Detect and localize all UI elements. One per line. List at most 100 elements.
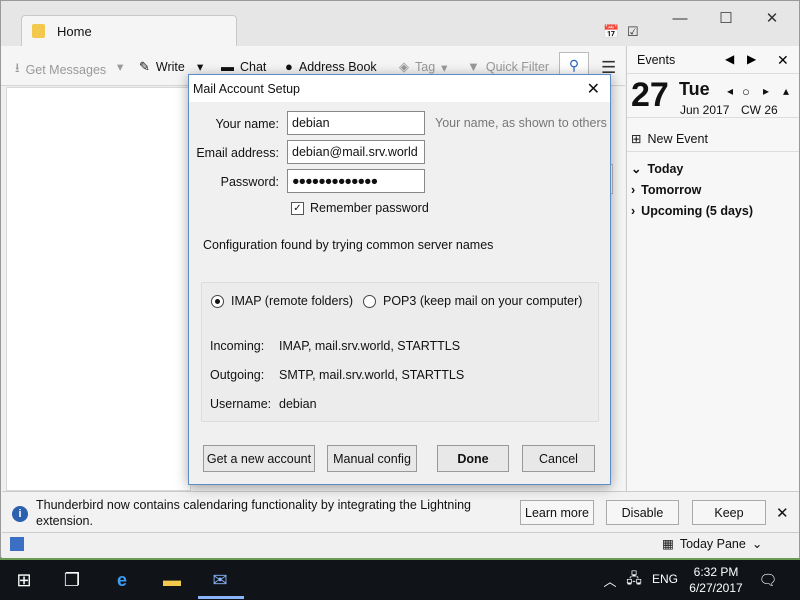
mail-account-setup-dialog: Mail Account Setup ✕ Your name: debian Y… [188,74,611,485]
today-pane-toggle[interactable]: ▦ Today Pane ⌄ [662,536,763,552]
address-book-button[interactable]: ● Address Book [285,59,377,74]
new-event-icon: ⊞ [631,132,642,146]
notification-bar: i Thunderbird now contains calendaring f… [2,491,799,532]
clock-date: 6/27/2017 [689,581,743,595]
dialog-title: Mail Account Setup [193,81,301,96]
address-book-label: Address Book [298,59,377,74]
password-field[interactable]: ●●●●●●●●●●●●● [287,169,425,193]
email-field[interactable]: debian@mail.srv.world [287,140,425,164]
section-upcoming-label: Upcoming (5 days) [641,203,753,218]
pop3-radio[interactable]: POP3 (keep mail on your computer) [363,294,582,308]
config-message: Configuration found by trying common ser… [203,238,494,252]
name-label: Your name: [215,117,279,131]
section-today[interactable]: ⌄ Today [627,158,799,179]
minimize-button[interactable]: — [657,7,703,29]
username-value: debian [279,397,317,411]
done-button[interactable]: Done [437,445,509,472]
calendar-week-label: CW 26 [741,103,778,117]
window-close-button[interactable]: ✕ [749,7,795,29]
taskbar: ⊞ ❐ e ▬ ✉ ︿ 🖧 ENG 6:32 PM 6/27/2017 🗨 [0,560,800,600]
new-event-button[interactable]: ⊞ New Event [627,126,799,152]
clock[interactable]: 6:32 PM 6/27/2017 [686,564,746,596]
email-label: Email address: [196,146,279,160]
dialog-titlebar: Mail Account Setup ✕ [189,75,610,102]
notification-text: Thunderbird now contains calendaring fun… [36,498,472,528]
search-icon: ⚲ [568,56,580,73]
download-icon: ⭳ [15,60,20,75]
pop3-label: POP3 (keep mail on your computer) [383,294,583,308]
events-header: Events ◀ ▶ ✕ [627,46,799,74]
manual-config-button[interactable]: Manual config [327,445,417,472]
today-pane-label: Today Pane [679,536,746,551]
edge-browser-icon[interactable]: e [110,568,134,592]
maximize-button[interactable]: ☐ [703,7,749,29]
disable-button[interactable]: Disable [606,500,679,525]
incoming-value: IMAP, mail.srv.world, STARTTLS [279,339,461,353]
write-button[interactable]: ✎ Write [139,59,185,75]
events-close-icon[interactable]: ✕ [777,52,789,69]
get-messages-dropdown-icon[interactable]: ▾ [117,59,123,74]
chat-label: Chat [240,59,267,74]
password-label: Password: [220,175,279,189]
active-app-indicator [198,596,244,599]
chat-button[interactable]: ▬ Chat [221,59,266,74]
name-field[interactable]: debian [287,111,425,135]
dialog-close-icon[interactable]: ✕ [587,79,600,99]
clock-time: 6:32 PM [693,565,739,579]
imap-radio[interactable]: IMAP (remote folders) [211,294,353,308]
chevron-right-icon: › [631,203,636,218]
person-icon: ● [285,59,293,74]
section-today-label: Today [647,161,684,176]
cancel-button[interactable]: Cancel [522,445,595,472]
task-view-icon[interactable]: ❐ [60,568,84,592]
learn-more-button[interactable]: Learn more [520,500,594,525]
section-upcoming[interactable]: › Upcoming (5 days) [627,200,799,221]
server-settings-box: IMAP (remote folders) POP3 (keep mail on… [201,282,599,422]
pane-scroll-icon[interactable]: ▴ [783,84,789,98]
notifications-icon[interactable]: 🗨 [756,568,780,592]
chevron-down-icon: ⌄ [751,537,763,551]
today-pane: Events ◀ ▶ ✕ 27 Tue ◂ ○ ▸ ▴ Jun 2017 CW … [626,46,799,491]
get-new-account-button[interactable]: Get a new account [203,445,315,472]
quick-filter-label: Quick Filter [485,59,550,74]
folder-icon [32,24,45,38]
keep-button[interactable]: Keep [692,500,766,525]
events-next-icon[interactable]: ▶ [747,52,756,66]
thunderbird-icon[interactable]: ✉ [208,568,232,592]
tab-bar: Home 📅 ☑ — ☐ ✕ [1,1,799,46]
write-label: Write [155,60,185,74]
info-icon: i [12,506,28,522]
remember-password-checkbox[interactable]: ✓ Remember password [291,201,429,215]
events-prev-icon[interactable]: ◀ [725,52,734,66]
chevron-right-icon: › [631,182,636,197]
network-icon[interactable]: 🖧 [622,568,646,592]
get-messages-button[interactable]: ⭳ Get Messages [15,59,106,81]
today-circle-icon[interactable]: ○ [742,84,750,99]
tab-home[interactable]: Home [21,15,237,46]
notification-close-icon[interactable]: ✕ [776,504,789,522]
write-dropdown-icon[interactable]: ▾ [197,59,203,74]
online-status-icon[interactable] [10,537,24,551]
section-tomorrow[interactable]: › Tomorrow [627,179,799,200]
day-next-icon[interactable]: ▸ [763,84,769,98]
windows-start-icon[interactable]: ⊞ [12,568,36,592]
outgoing-value: SMTP, mail.srv.world, STARTTLS [279,368,465,382]
language-indicator[interactable]: ENG [652,572,678,586]
section-tomorrow-label: Tomorrow [641,182,702,197]
tasks-icon[interactable]: ☑ [627,24,639,40]
folder-pane [6,87,191,491]
radio-selected-icon [211,294,224,308]
chat-bubble-icon: ▬ [221,59,234,74]
name-hint: Your name, as shown to others [435,116,607,130]
file-explorer-icon[interactable]: ▬ [160,568,184,592]
tray-chevron-up-icon[interactable]: ︿ [598,568,622,592]
new-event-label: New Event [647,131,708,146]
day-number: 27 [631,76,669,114]
day-prev-icon[interactable]: ◂ [727,84,733,98]
quick-filter-button[interactable]: ▼ Quick Filter [467,59,549,74]
content-pane [611,87,625,491]
calendar-icon[interactable]: 📅 [603,24,619,40]
tab-home-label: Home [57,23,92,39]
tag-button[interactable]: ◈ Tag ▾ [399,59,447,75]
imap-label: IMAP (remote folders) [231,294,354,308]
